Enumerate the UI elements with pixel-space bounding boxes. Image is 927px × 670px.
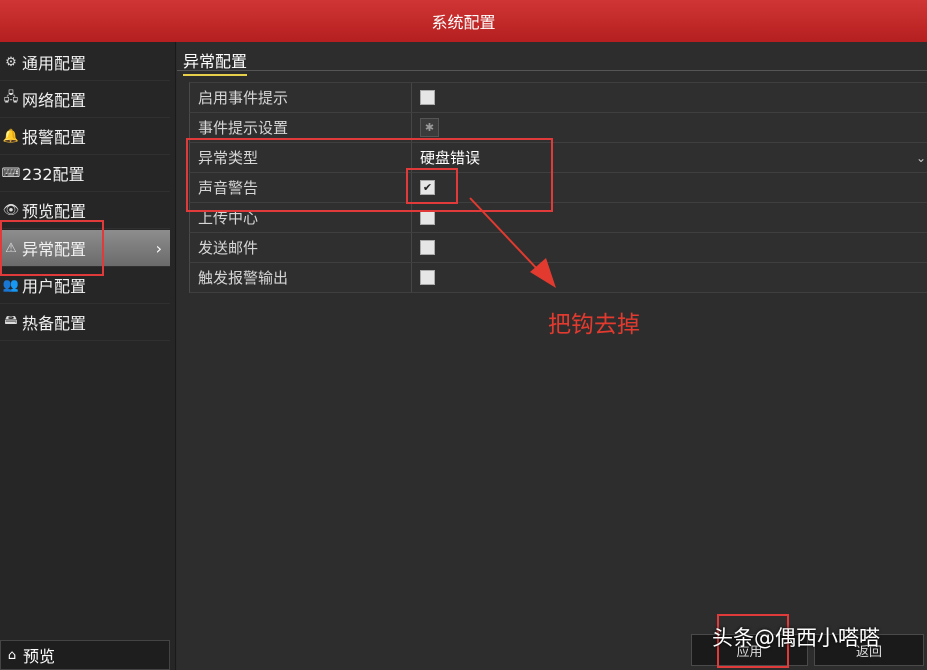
annotation-arrow <box>469 197 556 288</box>
watermark: 头条@偶西小嗒嗒 <box>712 626 880 650</box>
annotation-text: 把钩去掉 <box>548 312 640 338</box>
